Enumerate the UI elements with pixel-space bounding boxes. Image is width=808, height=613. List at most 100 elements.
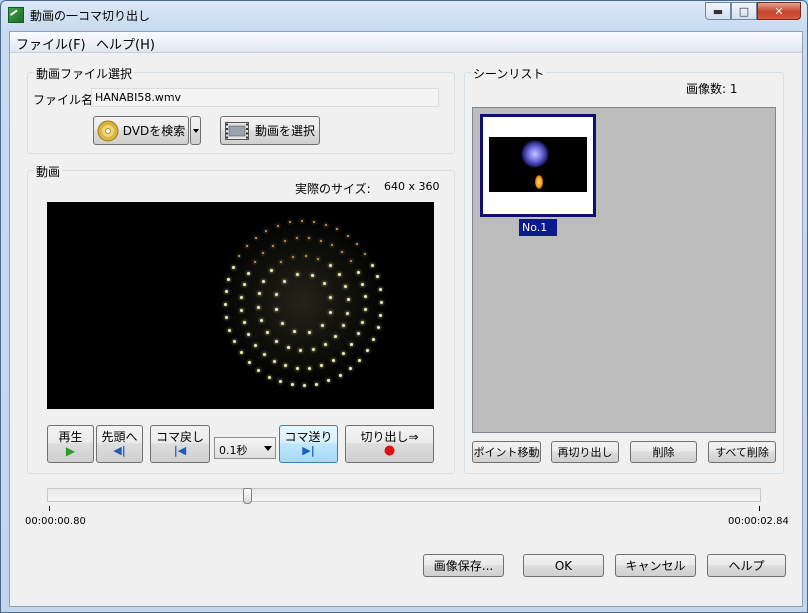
select-video-label: 動画を選択 <box>254 124 315 138</box>
actual-size-value: 640 x 360 <box>384 180 440 193</box>
minimize-icon: ▬ <box>712 4 724 18</box>
dvd-search-button[interactable]: DVDを検索 <box>93 116 189 145</box>
save-image-button[interactable]: 画像保存... <box>423 554 504 577</box>
menu-file[interactable]: ファイル(F) <box>16 34 86 53</box>
close-button[interactable]: ✕ <box>757 2 801 20</box>
select-video-button[interactable]: 動画を選択 <box>220 116 320 145</box>
firework-spark <box>274 308 278 312</box>
firework-spark <box>259 318 263 322</box>
cancel-button[interactable]: キャンセル <box>615 554 696 577</box>
scene-thumbnail-list[interactable]: No.1 <box>472 107 776 433</box>
window-title: 動画の一コマ切り出し <box>30 9 151 23</box>
firework-spark <box>370 263 374 267</box>
firework-spark <box>228 328 232 332</box>
thumbnail-flare <box>535 175 543 189</box>
actual-size-label: 実際のサイズ: <box>295 182 371 196</box>
window-controls: ▬ □ ✕ <box>705 2 801 20</box>
ok-button[interactable]: OK <box>523 554 604 577</box>
end-time: 00:00:02.84 <box>728 516 789 527</box>
firework-spark <box>324 223 327 226</box>
play-icon: ▶ <box>65 444 76 458</box>
firework-spark <box>231 266 235 269</box>
play-button[interactable]: 再生 ▶ <box>47 425 94 463</box>
timeline-thumb[interactable] <box>242 488 252 504</box>
firework-spark <box>283 239 286 242</box>
dvd-search-dropdown[interactable] <box>190 116 201 145</box>
filename-field[interactable]: HANABI58.wmv <box>91 88 439 107</box>
delete-all-button[interactable]: すべて削除 <box>708 441 776 463</box>
cut-out-button[interactable]: 切り出し⇒ ● <box>345 425 434 463</box>
step-interval-select[interactable]: 0.1秒 <box>214 437 276 459</box>
chevron-down-icon <box>264 446 272 451</box>
firework-spark <box>247 271 251 275</box>
recut-button[interactable]: 再切り出し <box>551 441 619 463</box>
scene-thumbnail-image <box>489 137 587 192</box>
title-bar[interactable]: 動画の一コマ切り出し ▬ □ ✕ <box>1 1 807 29</box>
firework-spark <box>245 245 248 248</box>
firework-burst <box>217 217 387 387</box>
firework-spark <box>328 311 332 315</box>
firework-spark <box>331 359 335 363</box>
firework-spark <box>304 254 307 257</box>
firework-spark <box>307 237 310 240</box>
thumbnail-firework <box>521 140 549 168</box>
firework-spark <box>300 220 303 223</box>
firework-spark <box>328 263 332 267</box>
firework-spark <box>255 236 258 239</box>
firework-spark <box>341 352 345 356</box>
step-interval-value: 0.1秒 <box>219 444 248 457</box>
step-back-button[interactable]: コマ戻し |◀ <box>150 425 210 463</box>
step-forward-button[interactable]: コマ送り ▶| <box>279 425 338 463</box>
maximize-button[interactable]: □ <box>731 2 757 20</box>
firework-spark <box>320 323 324 327</box>
maximize-icon: □ <box>738 4 750 18</box>
file-select-legend: 動画ファイル選択 <box>34 65 135 82</box>
video-preview <box>47 202 434 409</box>
play-label: 再生 <box>58 430 83 444</box>
firework-spark <box>257 305 261 309</box>
firework-spark <box>307 330 311 334</box>
cut-out-label: 切り出し⇒ <box>360 430 419 444</box>
timeline-track[interactable] <box>47 488 761 502</box>
firework-spark <box>311 348 315 352</box>
firework-spark <box>310 274 314 278</box>
firework-spark <box>280 260 283 263</box>
image-count-label: 画像数: 1 <box>686 82 738 96</box>
client-area: ファイル(F) ヘルプ(H) 動画ファイル選択 ファイル名: HANABI58.… <box>9 31 803 607</box>
dvd-disc-icon <box>97 120 119 141</box>
firework-spark <box>346 311 350 315</box>
go-to-start-button[interactable]: 先頭へ ◀| <box>96 425 143 463</box>
app-window: 動画の一コマ切り出し ▬ □ ✕ ファイル(F) ヘルプ(H) 動画ファイル選択… <box>0 0 808 613</box>
firework-spark <box>358 358 362 362</box>
scene-list-legend: シーンリスト <box>471 65 547 82</box>
firework-spark <box>266 330 270 334</box>
skip-back-icon: ◀| <box>113 444 126 457</box>
firework-spark <box>379 300 383 304</box>
firework-spark <box>247 360 251 364</box>
firework-spark <box>378 287 382 291</box>
minimize-button[interactable]: ▬ <box>705 2 731 20</box>
start-time: 00:00:00.80 <box>25 516 86 527</box>
firework-spark <box>363 308 367 312</box>
timeline-end-tick <box>759 506 760 511</box>
firework-spark <box>273 359 277 363</box>
firework-spark <box>295 237 298 240</box>
record-icon: ● <box>383 443 396 458</box>
firework-spark <box>262 352 266 356</box>
menu-help[interactable]: ヘルプ(H) <box>96 34 155 53</box>
firework-spark <box>281 321 285 325</box>
firework-spark <box>356 271 360 274</box>
menu-bar: ファイル(F) ヘルプ(H) <box>10 32 802 53</box>
video-legend: 動画 <box>34 163 63 180</box>
timeline-start-tick <box>49 506 50 511</box>
help-button[interactable]: ヘルプ <box>707 554 786 577</box>
firework-spark <box>269 268 273 272</box>
move-to-point-button[interactable]: ポイント移動 <box>472 441 541 463</box>
scene-thumbnail[interactable] <box>480 114 596 217</box>
firework-spark <box>319 239 322 242</box>
step-back-label: コマ戻し <box>155 430 204 444</box>
firework-spark <box>365 349 369 353</box>
firework-spark <box>253 260 256 263</box>
firework-spark <box>267 375 271 379</box>
delete-button[interactable]: 削除 <box>630 441 697 463</box>
